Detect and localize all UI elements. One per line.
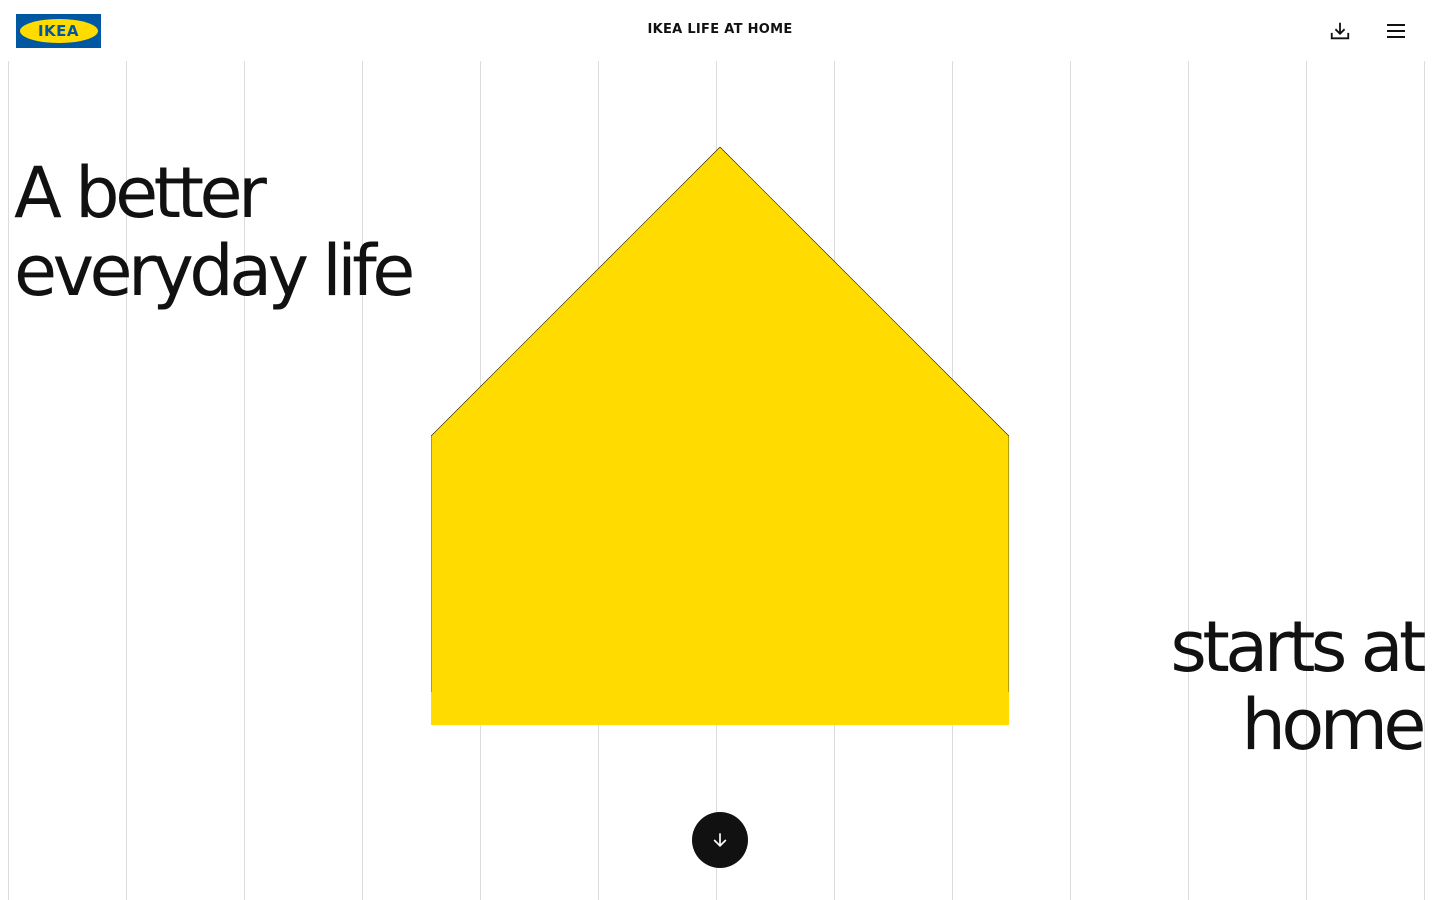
- house-shape: [431, 147, 1009, 725]
- site-header: IKEA IKEA LIFE AT HOME: [0, 0, 1440, 61]
- download-button[interactable]: [1328, 19, 1352, 43]
- headline-left-line-1: A better: [14, 152, 267, 234]
- page-title-link[interactable]: IKEA LIFE AT HOME: [647, 22, 792, 37]
- menu-button[interactable]: [1384, 19, 1408, 43]
- download-icon: [1330, 22, 1350, 40]
- page: IKEA IKEA LIFE AT HOME A better everyday…: [0, 0, 1440, 900]
- grid-line: [1424, 61, 1425, 900]
- headline-left-line-2: everyday life: [14, 230, 415, 312]
- scroll-down-button[interactable]: [692, 812, 748, 868]
- headline-right-line-2: home: [1241, 684, 1427, 766]
- headline-right: starts at home: [1170, 606, 1427, 766]
- grid-line: [8, 61, 9, 900]
- hamburger-menu-icon: [1387, 24, 1405, 38]
- page-title: IKEA LIFE AT HOME: [0, 22, 1440, 37]
- grid-line: [1070, 61, 1071, 900]
- headline-right-line-1: starts at: [1170, 606, 1426, 688]
- grid-line: [1188, 61, 1189, 900]
- arrow-down-icon: [713, 833, 727, 848]
- headline-left: A better everyday life: [14, 152, 415, 312]
- grid-line: [1306, 61, 1307, 900]
